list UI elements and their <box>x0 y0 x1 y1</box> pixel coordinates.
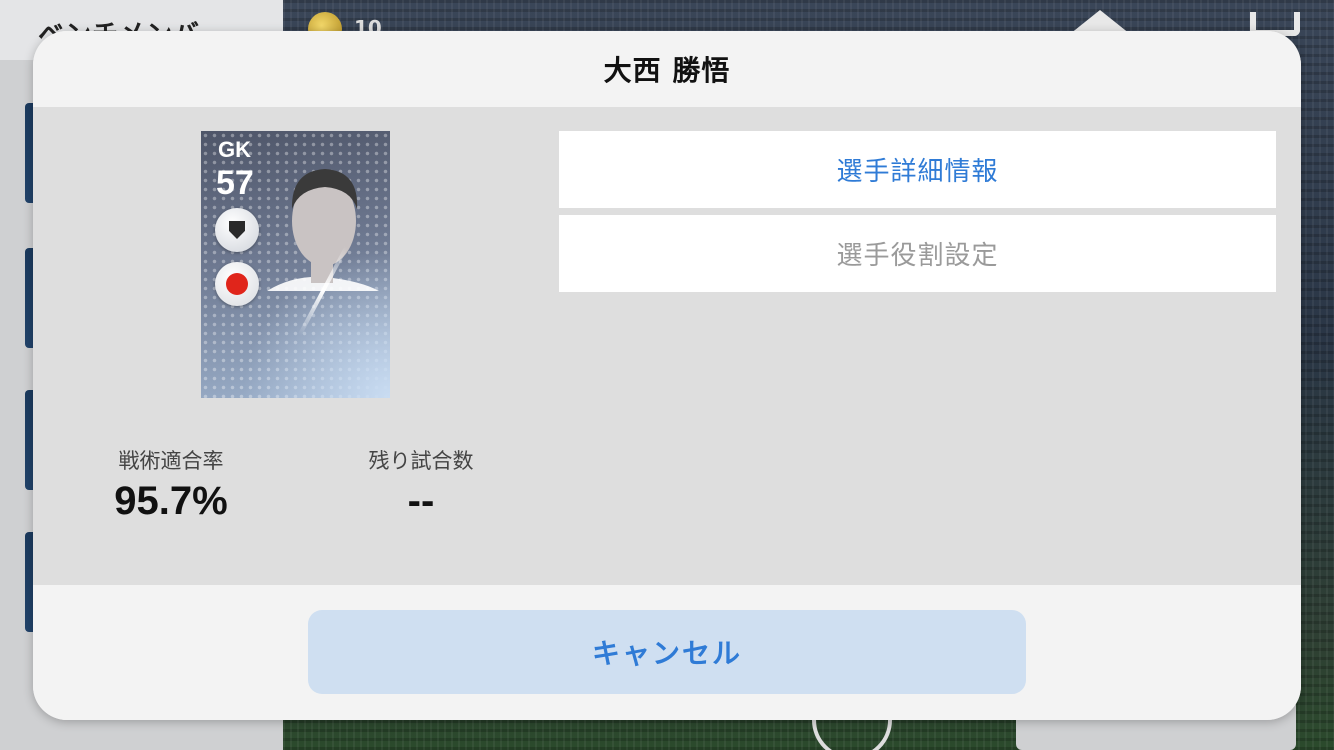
remaining-matches-label: 残り試合数 <box>368 449 474 473</box>
modal-footer: キャンセル <box>33 585 1301 720</box>
player-role-settings-button[interactable]: 選手役割設定 <box>559 215 1276 292</box>
tactical-fit-label: 戦術適合率 <box>118 449 224 473</box>
player-name-title: 大西 勝悟 <box>603 54 731 87</box>
modal-body: GK 57 戦術適合率 95.7% 残り試合数 -- 選手詳細情報 選手役割設定 <box>33 107 1301 585</box>
player-details-button[interactable]: 選手詳細情報 <box>559 131 1276 208</box>
shield-icon <box>229 221 245 239</box>
modal-header: 大西 勝悟 <box>33 31 1301 107</box>
player-action-modal: 大西 勝悟 GK 57 戦術適合率 95.7% 残り試合数 -- 選手詳細情報 … <box>33 31 1301 720</box>
nationality-flag-icon <box>215 262 259 306</box>
cancel-button[interactable]: キャンセル <box>308 610 1026 694</box>
remaining-matches-value: -- <box>407 479 435 523</box>
tactical-fit-value: 95.7% <box>114 479 228 523</box>
japan-flag-dot <box>226 273 248 295</box>
club-badge-icon <box>215 208 259 252</box>
player-card: GK 57 <box>201 131 390 398</box>
